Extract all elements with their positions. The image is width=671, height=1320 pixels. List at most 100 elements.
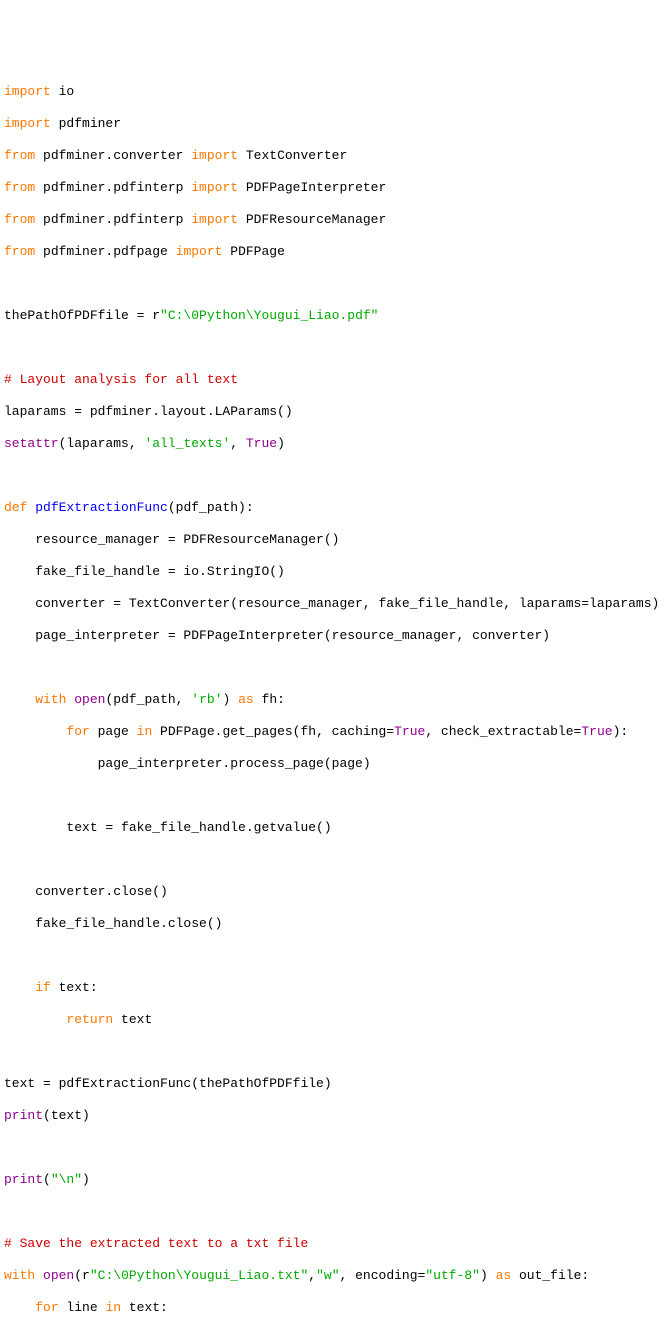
comment: # Layout analysis for all text	[4, 372, 238, 387]
code-line: with open(pdf_path, 'rb') as fh:	[4, 692, 667, 708]
keyword-from: from	[4, 212, 35, 227]
punct: )	[82, 1172, 90, 1187]
assignment: page_interpreter = PDFPageInterpreter(re…	[4, 628, 550, 643]
loop-var: line	[59, 1300, 106, 1315]
code-line: fake_file_handle.close()	[4, 916, 667, 932]
keyword-import: import	[191, 180, 238, 195]
string-literal: 'all_texts'	[144, 436, 230, 451]
blank-line	[4, 1204, 667, 1220]
keyword-with: with	[35, 692, 66, 707]
builtin-setattr: setattr	[4, 436, 59, 451]
string-literal: 'rb'	[191, 692, 222, 707]
keyword-as: as	[238, 692, 254, 707]
code-line: from pdfminer.pdfpage import PDFPage	[4, 244, 667, 260]
keyword-as: as	[496, 1268, 512, 1283]
builtin-open: open	[43, 1268, 74, 1283]
indent	[4, 692, 35, 707]
indent	[4, 724, 66, 739]
iter-expr: PDFPage.get_pages(fh, caching=	[152, 724, 394, 739]
keyword-import: import	[191, 148, 238, 163]
blank-line	[4, 1044, 667, 1060]
space	[35, 1268, 43, 1283]
blank-line	[4, 788, 667, 804]
code-line: if text:	[4, 980, 667, 996]
var-outfile: out_file:	[511, 1268, 589, 1283]
module-path: pdfminer.pdfinterp	[35, 180, 191, 195]
module-pdfminer: pdfminer	[51, 116, 121, 131]
keyword-if: if	[35, 980, 51, 995]
code-line: import io	[4, 84, 667, 100]
indent	[4, 1300, 35, 1315]
keyword-return: return	[66, 1012, 113, 1027]
punct: ,	[308, 1268, 316, 1283]
import-name: PDFPageInterpreter	[238, 180, 386, 195]
string-literal: "C:\0Python\Yougui_Liao.txt"	[90, 1268, 308, 1283]
code-line: for line in text:	[4, 1300, 667, 1316]
call: page_interpreter.process_page(page)	[4, 756, 371, 771]
blank-line	[4, 852, 667, 868]
code-line: # Layout analysis for all text	[4, 372, 667, 388]
punct: )	[223, 692, 239, 707]
keyword-from: from	[4, 180, 35, 195]
blank-line	[4, 468, 667, 484]
args: (pdf_path,	[105, 692, 191, 707]
const-true: True	[246, 436, 277, 451]
module-io: io	[51, 84, 74, 99]
keyword-in: in	[137, 724, 153, 739]
keyword-from: from	[4, 148, 35, 163]
assignment: text = fake_file_handle.getvalue()	[4, 820, 332, 835]
module-path: pdfminer.converter	[35, 148, 191, 163]
code-line: print(text)	[4, 1108, 667, 1124]
assignment: text = pdfExtractionFunc(thePathOfPDFfil…	[4, 1076, 332, 1091]
code-line: resource_manager = PDFResourceManager()	[4, 532, 667, 548]
punct: ):	[613, 724, 629, 739]
assignment: fake_file_handle = io.StringIO()	[4, 564, 285, 579]
module-path: pdfminer.pdfpage	[35, 244, 175, 259]
indent	[4, 1012, 66, 1027]
blank-line	[4, 276, 667, 292]
string-literal: "\n"	[51, 1172, 82, 1187]
code-line: import pdfminer	[4, 116, 667, 132]
code-line: text = pdfExtractionFunc(thePathOfPDFfil…	[4, 1076, 667, 1092]
return-val: text	[113, 1012, 152, 1027]
code-line: setattr(laparams, 'all_texts', True)	[4, 436, 667, 452]
assignment: laparams = pdfminer.layout.LAParams()	[4, 404, 293, 419]
builtin-open: open	[74, 692, 105, 707]
blank-line	[4, 340, 667, 356]
code-line: def pdfExtractionFunc(pdf_path):	[4, 500, 667, 516]
module-path: pdfminer.pdfinterp	[35, 212, 191, 227]
assignment: converter = TextConverter(resource_manag…	[4, 596, 659, 611]
space	[66, 692, 74, 707]
cond: text:	[51, 980, 98, 995]
call: fake_file_handle.close()	[4, 916, 222, 931]
indent	[4, 980, 35, 995]
punct: )	[277, 436, 285, 451]
builtin-print: print	[4, 1172, 43, 1187]
code-line: converter.close()	[4, 884, 667, 900]
func-params: (pdf_path):	[168, 500, 254, 515]
punct: )	[480, 1268, 496, 1283]
code-block: import io import pdfminer from pdfminer.…	[4, 68, 667, 1320]
string-literal: "utf-8"	[425, 1268, 480, 1283]
const-true: True	[581, 724, 612, 739]
assignment: thePathOfPDFfile = r	[4, 308, 160, 323]
code-line: from pdfminer.pdfinterp import PDFPageIn…	[4, 180, 667, 196]
code-line: from pdfminer.pdfinterp import PDFResour…	[4, 212, 667, 228]
loop-var: page	[90, 724, 137, 739]
code-line: converter = TextConverter(resource_manag…	[4, 596, 667, 612]
code-line: # Save the extracted text to a txt file	[4, 1236, 667, 1252]
keyword-import: import	[4, 84, 51, 99]
comment: # Save the extracted text to a txt file	[4, 1236, 308, 1251]
import-name: PDFResourceManager	[238, 212, 386, 227]
keyword-for: for	[66, 724, 89, 739]
keyword-in: in	[105, 1300, 121, 1315]
func-name: pdfExtractionFunc	[35, 500, 168, 515]
code-line: from pdfminer.converter import TextConve…	[4, 148, 667, 164]
const-true: True	[394, 724, 425, 739]
string-literal: "w"	[316, 1268, 339, 1283]
args: (text)	[43, 1108, 90, 1123]
keyword-from: from	[4, 244, 35, 259]
keyword-def: def	[4, 500, 27, 515]
args: , encoding=	[340, 1268, 426, 1283]
code-line: text = fake_file_handle.getvalue()	[4, 820, 667, 836]
